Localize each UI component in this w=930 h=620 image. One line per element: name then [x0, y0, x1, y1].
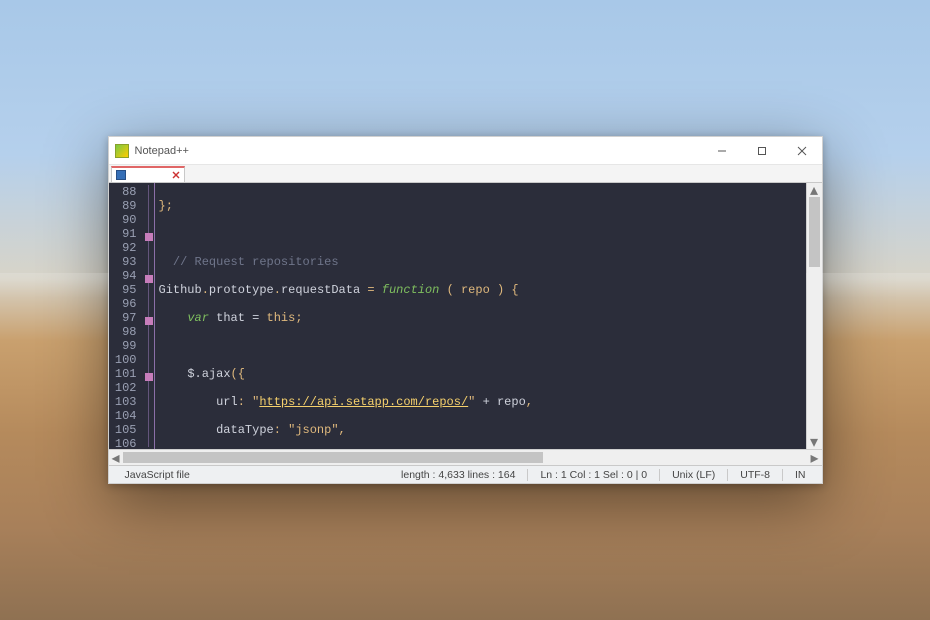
close-button[interactable] — [782, 137, 822, 165]
code-content[interactable]: }; // Request repositories Github.protot… — [155, 183, 806, 449]
scroll-track[interactable] — [807, 197, 822, 435]
line-number: 88 — [113, 185, 137, 199]
close-icon — [797, 146, 807, 156]
line-number-gutter: 8889909192939495969798991001011021031041… — [109, 183, 143, 449]
line-number: 100 — [113, 353, 137, 367]
vertical-scrollbar[interactable]: ▴ ▾ — [806, 183, 822, 449]
line-number: 92 — [113, 241, 137, 255]
line-number: 103 — [113, 395, 137, 409]
code-editor[interactable]: 8889909192939495969798991001011021031041… — [109, 183, 806, 449]
tab-bar — [109, 165, 822, 183]
maximize-icon — [757, 146, 767, 156]
line-number: 97 — [113, 311, 137, 325]
tab-modified-indicator — [129, 174, 169, 176]
horizontal-scrollbar[interactable]: ◂ ▸ — [109, 449, 822, 465]
line-number: 91 — [113, 227, 137, 241]
app-icon — [115, 144, 129, 158]
line-number: 106 — [113, 437, 137, 449]
scroll-up-icon[interactable]: ▴ — [807, 183, 822, 197]
close-icon — [172, 171, 180, 179]
app-window: Notepad++ 888990919293949596979899100101… — [108, 136, 823, 484]
status-eol: Unix (LF) — [660, 469, 727, 481]
file-tab[interactable] — [111, 166, 185, 182]
status-length: length : 4,633 lines : 164 — [389, 469, 527, 481]
line-number: 96 — [113, 297, 137, 311]
line-number: 99 — [113, 339, 137, 353]
scroll-track[interactable] — [123, 450, 808, 465]
tab-close-button[interactable] — [172, 171, 180, 179]
line-number: 95 — [113, 283, 137, 297]
maximize-button[interactable] — [742, 137, 782, 165]
status-bar: JavaScript file length : 4,633 lines : 1… — [109, 465, 822, 483]
titlebar[interactable]: Notepad++ — [109, 137, 822, 165]
line-number: 94 — [113, 269, 137, 283]
line-number: 101 — [113, 367, 137, 381]
fold-toggle-icon[interactable] — [145, 373, 153, 381]
scroll-right-icon[interactable]: ▸ — [808, 450, 822, 465]
status-encoding: UTF-8 — [728, 469, 782, 481]
editor-area: 8889909192939495969798991001011021031041… — [109, 183, 822, 449]
line-number: 102 — [113, 381, 137, 395]
scroll-thumb[interactable] — [123, 452, 543, 463]
line-number: 89 — [113, 199, 137, 213]
status-insert-mode: IN — [783, 469, 818, 481]
fold-toggle-icon[interactable] — [145, 275, 153, 283]
scroll-left-icon[interactable]: ◂ — [109, 450, 123, 465]
fold-toggle-icon[interactable] — [145, 233, 153, 241]
line-number: 90 — [113, 213, 137, 227]
file-icon — [116, 170, 126, 180]
line-number: 105 — [113, 423, 137, 437]
window-controls — [702, 137, 822, 165]
line-number: 93 — [113, 255, 137, 269]
fold-toggle-icon[interactable] — [145, 317, 153, 325]
line-number: 98 — [113, 325, 137, 339]
status-filetype: JavaScript file — [113, 469, 202, 481]
status-position: Ln : 1 Col : 1 Sel : 0 | 0 — [528, 469, 659, 481]
fold-margin[interactable] — [143, 183, 155, 449]
scroll-thumb[interactable] — [809, 197, 820, 267]
minimize-button[interactable] — [702, 137, 742, 165]
line-number: 104 — [113, 409, 137, 423]
window-title: Notepad++ — [135, 145, 702, 157]
minimize-icon — [717, 146, 727, 156]
